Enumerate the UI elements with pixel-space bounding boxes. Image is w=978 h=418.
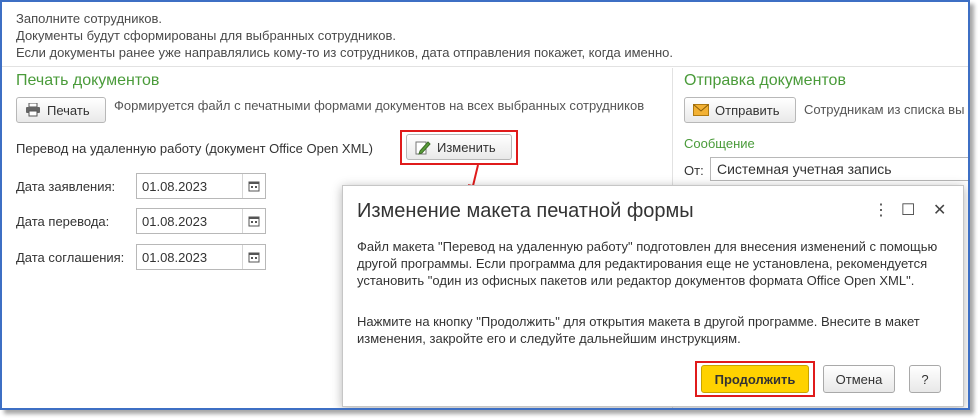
print-button[interactable]: Печать bbox=[16, 97, 106, 123]
print-button-label: Печать bbox=[47, 102, 90, 118]
main-window: Заполните сотрудников. Документы будут с… bbox=[0, 0, 970, 410]
send-button[interactable]: Отправить bbox=[684, 97, 796, 123]
from-label: От: bbox=[684, 163, 704, 178]
continue-button[interactable]: Продолжить bbox=[701, 365, 809, 393]
info-line-1: Заполните сотрудников. bbox=[16, 11, 163, 26]
print-hint: Формируется файл с печатными формами док… bbox=[114, 98, 645, 113]
info-line-2: Документы будут сформированы для выбранн… bbox=[16, 28, 397, 43]
date-value-application: 01.08.2023 bbox=[142, 178, 208, 194]
close-icon[interactable]: ✕ bbox=[933, 200, 946, 220]
date-label-application: Дата заявления: bbox=[16, 179, 116, 194]
dialog-title: Изменение макета печатной формы bbox=[357, 200, 694, 222]
date-label-agreement: Дата соглашения: bbox=[16, 250, 125, 265]
info-text: Заполните сотрудников. Документы будут с… bbox=[16, 10, 673, 61]
cancel-button[interactable]: Отмена bbox=[823, 365, 895, 393]
help-button[interactable]: ? bbox=[909, 365, 941, 393]
from-field[interactable]: Системная учетная запись bbox=[710, 157, 968, 181]
calendar-icon[interactable] bbox=[242, 174, 265, 198]
dialog-paragraph-1: Файл макета "Перевод на удаленную работу… bbox=[357, 239, 938, 288]
edit-icon bbox=[415, 139, 431, 155]
printer-icon bbox=[25, 103, 41, 117]
dialog-paragraph-2: Нажмите на кнопку "Продолжить" для откры… bbox=[357, 314, 920, 346]
info-line-3: Если документы ранее уже направлялись ко… bbox=[16, 45, 673, 60]
separator bbox=[2, 66, 968, 67]
more-options-icon[interactable]: ⋮ bbox=[873, 200, 889, 220]
date-value-transfer: 01.08.2023 bbox=[142, 213, 208, 229]
date-value-agreement: 01.08.2023 bbox=[142, 249, 208, 265]
envelope-icon bbox=[693, 104, 709, 116]
edit-template-dialog: Изменение макета печатной формы ⋮ ☐ ✕ Фа… bbox=[342, 185, 964, 407]
print-section-title: Печать документов bbox=[16, 72, 160, 89]
calendar-icon[interactable] bbox=[242, 245, 265, 269]
maximize-icon[interactable]: ☐ bbox=[901, 200, 915, 220]
document-label: Перевод на удаленную работу (документ Of… bbox=[16, 141, 373, 156]
calendar-icon[interactable] bbox=[242, 209, 265, 233]
change-button[interactable]: Изменить bbox=[406, 134, 512, 160]
message-label: Сообщение bbox=[684, 136, 755, 151]
send-button-label: Отправить bbox=[715, 102, 780, 118]
send-hint: Сотрудникам из списка вы bbox=[804, 102, 965, 117]
date-field-agreement[interactable]: 01.08.2023 bbox=[136, 244, 266, 270]
date-field-transfer[interactable]: 01.08.2023 bbox=[136, 208, 266, 234]
date-field-application[interactable]: 01.08.2023 bbox=[136, 173, 266, 199]
change-button-label: Изменить bbox=[437, 139, 496, 155]
date-label-transfer: Дата перевода: bbox=[16, 214, 110, 229]
send-section-title: Отправка документов bbox=[684, 72, 846, 89]
